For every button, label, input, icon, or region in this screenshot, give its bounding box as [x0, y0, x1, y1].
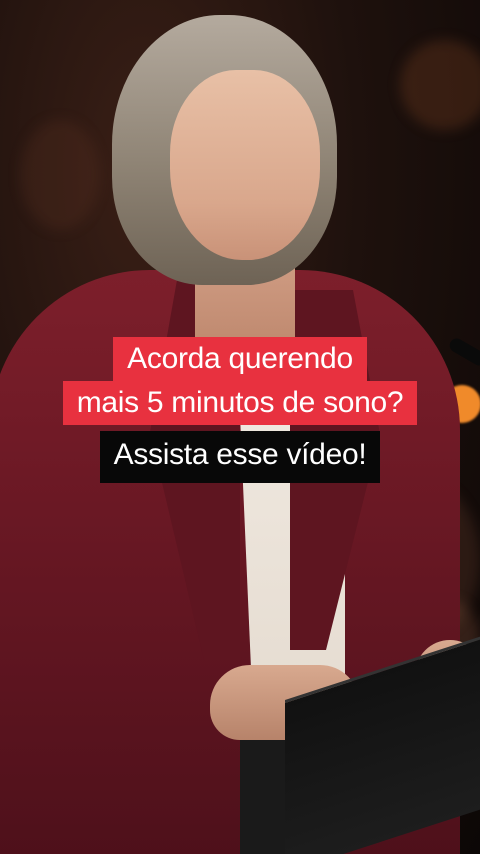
bokeh-light	[400, 40, 480, 130]
caption-overlay: Acorda querendo mais 5 minutos de sono? …	[0, 337, 480, 483]
bokeh-light	[20, 120, 100, 230]
caption-line-1: Acorda querendo	[113, 337, 367, 381]
caption-line-2: mais 5 minutos de sono?	[62, 381, 418, 425]
woman-face	[170, 70, 320, 260]
video-frame[interactable]: Acorda querendo mais 5 minutos de sono? …	[0, 0, 480, 854]
caption-line-3: Assista esse vídeo!	[99, 431, 381, 483]
